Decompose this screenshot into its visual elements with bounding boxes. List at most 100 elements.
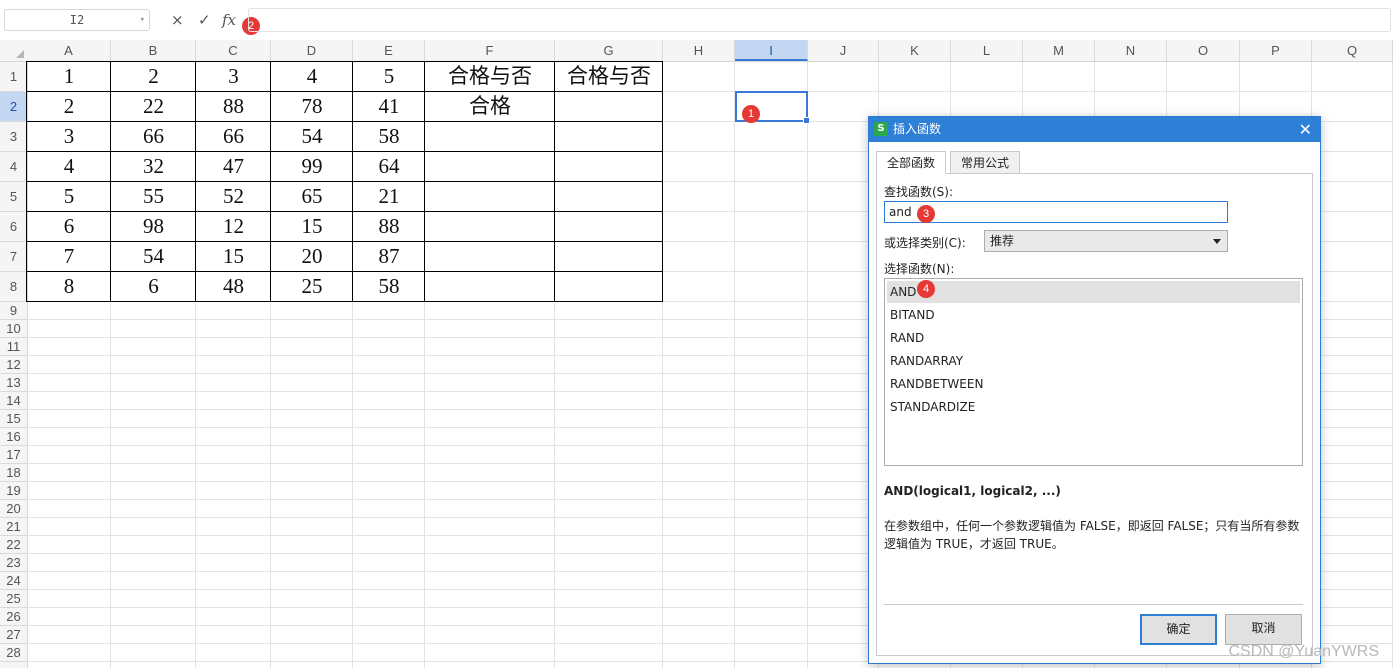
tab-common-formulas[interactable]: 常用公式 <box>950 151 1021 174</box>
ok-button[interactable]: 确定 <box>1140 614 1217 645</box>
function-item-standardize[interactable]: STANDARDIZE <box>887 396 1300 418</box>
table-border <box>270 62 271 302</box>
divider <box>884 604 1303 605</box>
table-border <box>26 91 663 92</box>
table-border <box>110 62 111 302</box>
cell-C1[interactable]: 3 <box>196 62 271 92</box>
function-signature: AND(logical1, logical2, ...) <box>884 484 1061 498</box>
cell-G8[interactable] <box>555 272 663 302</box>
function-item-randbetween[interactable]: RANDBETWEEN <box>887 373 1300 395</box>
tab-all-functions[interactable]: 全部函数 <box>876 151 947 174</box>
cell-G6[interactable] <box>555 212 663 242</box>
table-border <box>26 62 27 302</box>
cell-B6[interactable]: 98 <box>111 212 196 242</box>
table-border <box>26 61 663 62</box>
category-label: 或选择类别(C): <box>884 236 966 250</box>
function-list[interactable]: AND BITAND RAND RANDARRAY RANDBETWEEN STANDAR… <box>884 278 1303 466</box>
cell-D1[interactable]: 4 <box>271 62 353 92</box>
cell-C2[interactable]: 88 <box>196 92 271 122</box>
category-select[interactable]: 推荐 <box>984 230 1228 252</box>
cell-D7[interactable]: 20 <box>271 242 353 272</box>
cell-A8[interactable]: 8 <box>27 272 111 302</box>
cancel-button[interactable]: 取消 <box>1225 614 1302 645</box>
close-icon[interactable]: ✕ <box>1299 117 1312 142</box>
cell-D6[interactable]: 15 <box>271 212 353 242</box>
cell-F2[interactable]: 合格 <box>425 92 555 122</box>
dialog-title: 插入函数 <box>893 122 942 136</box>
cell-B3[interactable]: 66 <box>111 122 196 152</box>
step-badge-3: 3 <box>917 205 935 223</box>
table-border <box>26 181 663 182</box>
table-border <box>195 62 196 302</box>
cell-E5[interactable]: 21 <box>353 182 425 212</box>
cell-A6[interactable]: 6 <box>27 212 111 242</box>
cell-A2[interactable]: 2 <box>27 92 111 122</box>
cell-D3[interactable]: 54 <box>271 122 353 152</box>
cell-E8[interactable]: 58 <box>353 272 425 302</box>
category-value: 推荐 <box>990 234 1015 248</box>
function-list-label: 选择函数(N): <box>884 262 955 276</box>
function-item-randarray[interactable]: RANDARRAY <box>887 350 1300 372</box>
cell-C3[interactable]: 66 <box>196 122 271 152</box>
insert-function-dialog: S 插入函数 ✕ 全部函数 常用公式 查找函数(S): and 3 或选择类别(… <box>868 116 1321 664</box>
cell-C7[interactable]: 15 <box>196 242 271 272</box>
watermark: CSDN @YuanYWRS <box>1228 643 1379 660</box>
cell-A7[interactable]: 7 <box>27 242 111 272</box>
function-description: 在参数组中，任何一个参数逻辑值为 FALSE，即返回 FALSE；只有当所有参数… <box>884 519 1300 551</box>
search-input-value: and <box>889 205 912 219</box>
cell-F6[interactable] <box>425 212 555 242</box>
cell-A4[interactable]: 4 <box>27 152 111 182</box>
cell-F1[interactable]: 合格与否 <box>425 62 555 92</box>
cell-G4[interactable] <box>555 152 663 182</box>
function-item-bitand[interactable]: BITAND <box>887 304 1300 326</box>
cell-E7[interactable]: 87 <box>353 242 425 272</box>
function-item-rand[interactable]: RAND <box>887 327 1300 349</box>
cell-E2[interactable]: 41 <box>353 92 425 122</box>
cell-F7[interactable] <box>425 242 555 272</box>
dialog-titlebar[interactable]: S 插入函数 ✕ <box>869 117 1320 142</box>
cell-G2[interactable] <box>555 92 663 122</box>
chevron-down-icon <box>1213 239 1221 244</box>
cell-G5[interactable] <box>555 182 663 212</box>
cell-B5[interactable]: 55 <box>111 182 196 212</box>
cell-B2[interactable]: 22 <box>111 92 196 122</box>
cell-B1[interactable]: 2 <box>111 62 196 92</box>
cell-E3[interactable]: 58 <box>353 122 425 152</box>
table-border <box>26 121 663 122</box>
step-badge-4: 4 <box>917 280 935 298</box>
cell-F8[interactable] <box>425 272 555 302</box>
cell-C4[interactable]: 47 <box>196 152 271 182</box>
cell-E1[interactable]: 5 <box>353 62 425 92</box>
cell-B4[interactable]: 32 <box>111 152 196 182</box>
cell-F4[interactable] <box>425 152 555 182</box>
cell-F5[interactable] <box>425 182 555 212</box>
table-border <box>26 151 663 152</box>
function-item-and[interactable]: AND <box>887 281 1300 303</box>
cell-A5[interactable]: 5 <box>27 182 111 212</box>
cell-D8[interactable]: 25 <box>271 272 353 302</box>
cell-B8[interactable]: 6 <box>111 272 196 302</box>
wps-logo-icon: S <box>874 122 888 136</box>
cell-G1[interactable]: 合格与否 <box>555 62 663 92</box>
table-border <box>26 241 663 242</box>
cell-D4[interactable]: 99 <box>271 152 353 182</box>
cell-E4[interactable]: 64 <box>353 152 425 182</box>
table-border <box>26 301 663 302</box>
cell-C8[interactable]: 48 <box>196 272 271 302</box>
cell-G3[interactable] <box>555 122 663 152</box>
cell-G7[interactable] <box>555 242 663 272</box>
table-border <box>352 62 353 302</box>
cell-D5[interactable]: 65 <box>271 182 353 212</box>
cell-D2[interactable]: 78 <box>271 92 353 122</box>
cell-F3[interactable] <box>425 122 555 152</box>
step-badge-1: 1 <box>742 105 760 123</box>
cell-B7[interactable]: 54 <box>111 242 196 272</box>
table-border <box>554 62 555 302</box>
cell-C5[interactable]: 52 <box>196 182 271 212</box>
cell-E6[interactable]: 88 <box>353 212 425 242</box>
cell-A1[interactable]: 1 <box>27 62 111 92</box>
search-input[interactable]: and <box>884 201 1228 223</box>
cell-A3[interactable]: 3 <box>27 122 111 152</box>
table-border <box>26 211 663 212</box>
cell-C6[interactable]: 12 <box>196 212 271 242</box>
